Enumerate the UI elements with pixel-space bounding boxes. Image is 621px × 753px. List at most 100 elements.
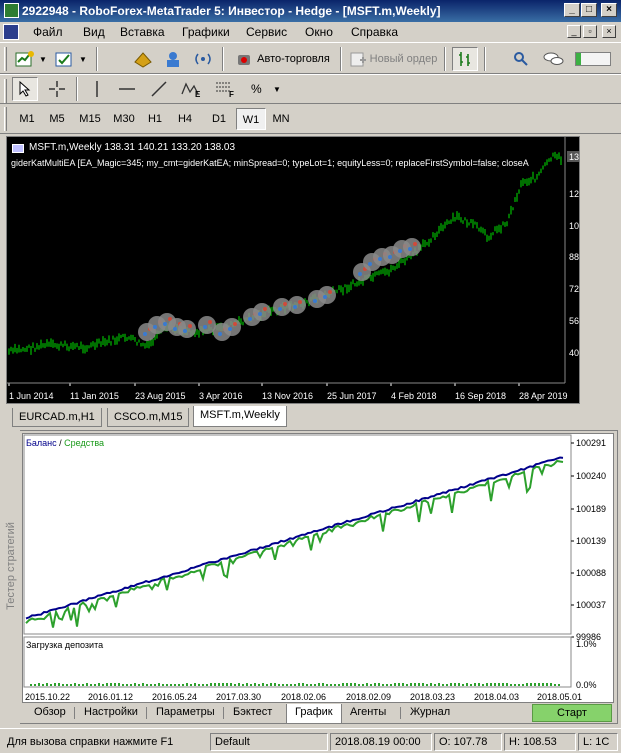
signal-icon[interactable] [190, 47, 216, 71]
deposit-y-label: 1.0% [576, 639, 597, 649]
timeframe-m30[interactable]: M30 [108, 108, 140, 130]
timeframe-h1[interactable]: H1 [140, 108, 170, 130]
date-label: 25 Jun 2017 [327, 391, 377, 401]
trade-buy-mark [313, 299, 317, 303]
document-icon[interactable] [3, 24, 19, 40]
tester-tab-agents[interactable]: Агенты [342, 704, 394, 722]
horizontal-line-icon[interactable] [114, 77, 140, 101]
crosshair-icon[interactable] [44, 77, 70, 101]
trade-buy-mark [408, 247, 412, 251]
menu-file[interactable]: Файл [33, 25, 63, 39]
search-icon[interactable] [510, 47, 532, 71]
mdi-minimize-button[interactable]: _ [567, 25, 581, 38]
window-title: 2922948 - RoboForex-MetaTrader 5: Инвест… [22, 4, 441, 18]
mdi-restore-button[interactable]: ▫ [583, 25, 597, 38]
chevron-down-icon[interactable]: ▼ [38, 47, 48, 71]
vertical-line-icon[interactable] [84, 77, 110, 101]
balance-graph[interactable]: 100291 100240 100189 100139 100088 100037 9998… [22, 433, 614, 703]
trade-sell-mark [233, 322, 237, 326]
connection-indicator-icon [574, 47, 612, 71]
trade-cluster [178, 320, 196, 338]
price-label: 72.79 [569, 284, 579, 294]
timeframe-m15[interactable]: M15 [74, 108, 106, 130]
date-label: 16 Sep 2018 [455, 391, 506, 401]
balance-x-label: 2018.02.06 [281, 692, 326, 702]
trade-cluster [253, 303, 271, 321]
start-button[interactable]: Старт [532, 704, 612, 722]
date-label: 28 Apr 2019 [519, 391, 568, 401]
menu-window[interactable]: Окно [305, 25, 333, 39]
svg-text:F: F [229, 90, 234, 98]
shapes-icon[interactable]: % [246, 77, 272, 101]
date-label: 11 Jan 2015 [70, 391, 119, 401]
close-button[interactable]: × [601, 3, 617, 17]
trendline-icon[interactable] [146, 77, 172, 101]
tester-tab-journal[interactable]: Журнал [402, 704, 458, 722]
autotrade-button[interactable]: Авто-торговля [230, 47, 336, 71]
price-chart-canvas[interactable]: 138.03 120.85 104.83 88.81 72.79 56.77 40.75 1 … [7, 137, 603, 403]
trade-buy-mark [153, 325, 157, 329]
balance-graph-canvas: 1002911002401001891001391000881000379998… [23, 434, 606, 702]
balance-y-label: 100088 [576, 568, 606, 578]
trade-buy-mark [203, 325, 207, 329]
minimize-button[interactable]: _ [564, 3, 580, 17]
elliott-icon[interactable]: E [176, 77, 206, 101]
balance-y-label: 100240 [576, 471, 606, 481]
chart-tab[interactable]: CSCO.m,M15 [107, 408, 190, 427]
balance-y-label: 100037 [576, 600, 606, 610]
tester-tab-backtest[interactable]: Бэктест [225, 704, 280, 722]
tester-tab-settings[interactable]: Настройки [76, 704, 146, 722]
profiles-icon[interactable] [52, 47, 78, 71]
tester-tab-inputs[interactable]: Параметры [148, 704, 223, 722]
chevron-down-icon[interactable]: ▼ [78, 47, 88, 71]
maximize-button[interactable]: □ [581, 3, 597, 17]
balance-legend: Баланс / Средства [26, 438, 104, 448]
trade-sell-mark [188, 324, 192, 328]
menu-tools[interactable]: Сервис [246, 25, 287, 39]
tester-tab-overview[interactable]: Обзор [26, 704, 74, 722]
market-watch-icon[interactable] [130, 47, 156, 71]
timeframe-m5[interactable]: M5 [42, 108, 72, 130]
menu-charts[interactable]: Графики [182, 25, 230, 39]
timeframe-w1[interactable]: W1 [236, 108, 266, 130]
balance-x-label: 2017.03.30 [216, 692, 261, 702]
cursor-icon[interactable] [12, 77, 38, 101]
deposit-y-label: 0.0% [576, 680, 597, 690]
balance-y-label: 100291 [576, 438, 606, 448]
trade-buy-mark [398, 249, 402, 253]
new-chart-icon[interactable] [12, 47, 38, 71]
chevron-down-icon[interactable]: ▼ [272, 77, 282, 101]
menu-view[interactable]: Вид [83, 25, 105, 39]
trade-cluster [223, 318, 241, 336]
navigator-icon[interactable] [160, 47, 186, 71]
title-bar: 2922948 - RoboForex-MetaTrader 5: Инвест… [0, 0, 621, 22]
status-help: Для вызова справки нажмите F1 [7, 736, 174, 748]
fibonacci-icon[interactable]: F [210, 77, 240, 101]
trade-cluster [318, 286, 336, 304]
chart-tabs: EURCAD.m,H1 CSCO.m,M15 MSFT.m,Weekly [6, 406, 615, 427]
drawing-toolbar: E F % ▼ [0, 74, 621, 104]
timeframe-h4[interactable]: H4 [170, 108, 200, 130]
chat-icon[interactable] [540, 47, 566, 71]
timeframe-d1[interactable]: D1 [204, 108, 234, 130]
status-profile: Default [210, 733, 328, 751]
chart-tab[interactable]: EURCAD.m,H1 [12, 408, 102, 427]
tester-tab-graph[interactable]: График [286, 704, 342, 724]
new-order-button[interactable]: Новый ордер [346, 47, 440, 71]
status-datetime: 2018.08.19 00:00 [330, 733, 432, 751]
balance-x-label: 2016.01.12 [88, 692, 133, 702]
price-chart[interactable]: 138.03 120.85 104.83 88.81 72.79 56.77 40.75 1 … [6, 136, 603, 404]
chart-tab-active[interactable]: MSFT.m,Weekly [193, 406, 287, 427]
price-label: 138.03 [569, 152, 579, 162]
date-label: 1 Jun 2014 [9, 391, 54, 401]
mdi-close-button[interactable]: × [602, 25, 616, 38]
timeframe-m1[interactable]: M1 [12, 108, 42, 130]
tester-title: Тестер стратегий [5, 522, 17, 610]
menu-insert[interactable]: Вставка [120, 25, 165, 39]
balance-y-label: 100189 [576, 504, 606, 514]
timeframe-mn[interactable]: MN [266, 108, 296, 130]
status-low: L: 1C [578, 733, 618, 751]
balance-pane [23, 434, 572, 635]
bar-chart-icon[interactable] [452, 47, 478, 71]
menu-help[interactable]: Справка [351, 25, 398, 39]
